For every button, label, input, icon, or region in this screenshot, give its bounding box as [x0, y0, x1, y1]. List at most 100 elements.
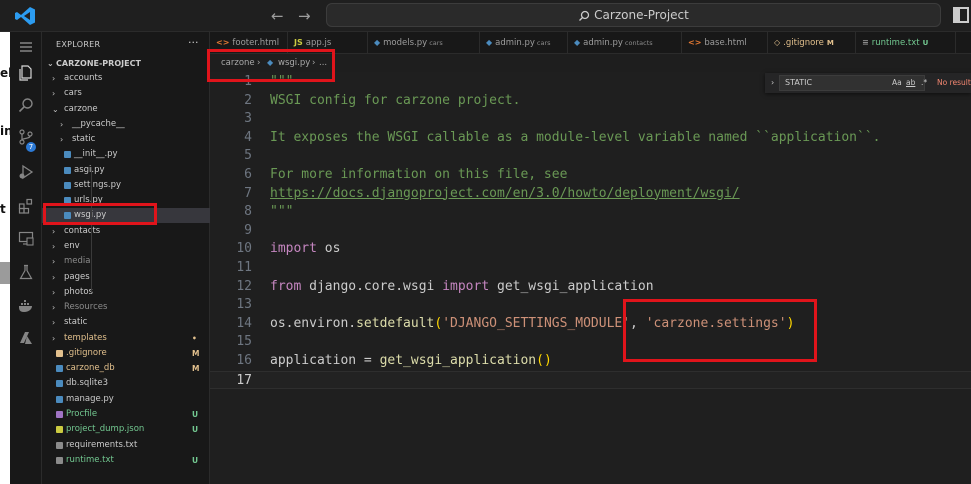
- tree-item-manage-py[interactable]: manage.py: [42, 392, 210, 407]
- breadcrumb-symbols[interactable]: ...: [319, 54, 327, 72]
- tree-item-static[interactable]: › static: [42, 132, 210, 147]
- tree-item-runtime-txt[interactable]: runtime.txt U: [42, 453, 210, 468]
- tree-item-pycache[interactable]: › __pycache__: [42, 117, 210, 132]
- tree-item-label: cars: [64, 88, 82, 98]
- tree-item-contacts[interactable]: › contacts: [42, 224, 210, 239]
- extensions-icon[interactable]: [18, 198, 34, 214]
- toggle-replace-icon[interactable]: ›: [771, 73, 774, 93]
- tree-item-label: carzone: [64, 104, 98, 114]
- files-icon[interactable]: [18, 65, 34, 81]
- tree-item-cars[interactable]: › cars: [42, 86, 210, 101]
- title-bar: ← → Carzone-Project: [0, 0, 971, 32]
- tree-item-env[interactable]: › env: [42, 239, 210, 254]
- code-token: setdefault: [356, 315, 435, 331]
- tree-item-wsgi-py[interactable]: wsgi.py: [42, 208, 210, 223]
- search-text: Carzone-Project: [594, 8, 689, 22]
- regex-icon[interactable]: .*: [921, 73, 927, 93]
- breadcrumb-file[interactable]: wsgi.py: [278, 54, 310, 72]
- tree-item-pages[interactable]: › pages: [42, 270, 210, 285]
- line-number: 12: [236, 278, 252, 294]
- code-line[interactable]: 2 WSGI config for carzone project.: [210, 92, 971, 111]
- menu-icon[interactable]: [18, 39, 34, 55]
- code-line[interactable]: 3: [210, 110, 971, 129]
- code-line[interactable]: 9: [210, 222, 971, 241]
- tab-admin-py[interactable]: ◆ admin.py cars: [480, 32, 568, 53]
- chevron-right-icon: ›: [52, 227, 56, 236]
- testing-icon[interactable]: [18, 264, 34, 280]
- code-text: """: [270, 73, 293, 92]
- tree-item-label: asgi.py: [74, 165, 105, 175]
- azure-icon[interactable]: [18, 330, 34, 346]
- code-editor[interactable]: 1 """ 2 WSGI config for carzone project. 3 4 I…: [210, 72, 971, 484]
- code-token: os: [316, 241, 341, 257]
- tab-footer-html[interactable]: <> footer.html: [210, 32, 288, 53]
- code-line[interactable]: 4 It exposes the WSGI callable as a modul…: [210, 129, 971, 148]
- tree-item-resources[interactable]: › Resources: [42, 300, 210, 315]
- tree-item-db-sqlite3[interactable]: db.sqlite3: [42, 376, 210, 391]
- code-line[interactable]: 16 application = get_wsgi_application(): [210, 352, 971, 371]
- tab-label: app.js: [305, 38, 332, 48]
- line-number: 2: [244, 92, 252, 108]
- file-icon: [64, 212, 71, 219]
- code-line[interactable]: 17: [210, 370, 971, 390]
- find-input[interactable]: STATIC: [779, 75, 925, 91]
- tree-item-gitignore[interactable]: .gitignore M: [42, 346, 210, 361]
- docker-icon[interactable]: [18, 298, 34, 314]
- arrow-right-icon[interactable]: →: [298, 7, 311, 25]
- chevron-right-icon: ›: [312, 58, 316, 68]
- code-line[interactable]: 11: [210, 259, 971, 278]
- code-token: (): [536, 353, 552, 368]
- tree-item-urls-py[interactable]: urls.py: [42, 193, 210, 208]
- tree-item-requirements-txt[interactable]: requirements.txt: [42, 438, 210, 453]
- code-line[interactable]: 13: [210, 296, 971, 315]
- tab-base-html[interactable]: <> base.html: [682, 32, 768, 53]
- tab-app-js[interactable]: JS app.js: [288, 32, 368, 53]
- tree-item-project-dump-json[interactable]: project_dump.json U: [42, 422, 210, 437]
- tree-item-init-py[interactable]: __init__.py: [42, 147, 210, 162]
- breadcrumb-folder[interactable]: carzone: [221, 54, 255, 72]
- code-text: WSGI config for carzone project.: [270, 92, 520, 111]
- arrow-left-icon[interactable]: ←: [271, 7, 284, 25]
- toggle-sidebar-icon[interactable]: [953, 7, 969, 23]
- file-icon: [56, 442, 63, 449]
- code-text: """: [270, 203, 293, 222]
- background-window-strip: el in t: [0, 32, 13, 484]
- remote-explorer-icon[interactable]: [18, 230, 34, 246]
- run-debug-icon[interactable]: [18, 164, 34, 180]
- tree-item-asgi-py[interactable]: asgi.py: [42, 163, 210, 178]
- code-line[interactable]: 5: [210, 147, 971, 166]
- tab-label: admin.py: [583, 38, 623, 48]
- tab-gitignore[interactable]: ◇ .gitignore M: [768, 32, 856, 53]
- tree-item-procfile[interactable]: Procfile U: [42, 407, 210, 422]
- more-actions-icon[interactable]: ···: [188, 36, 199, 49]
- code-line[interactable]: 15: [210, 333, 971, 352]
- tree-item-settings-py[interactable]: settings.py: [42, 178, 210, 193]
- code-line[interactable]: 8 """: [210, 203, 971, 222]
- search-icon[interactable]: [18, 97, 34, 113]
- tree-item-templates[interactable]: › templates •: [42, 331, 210, 346]
- tree-item-carzone[interactable]: ⌄ carzone: [42, 102, 210, 117]
- tree-item-label: runtime.txt: [66, 455, 114, 465]
- code-token: ): [786, 315, 795, 331]
- whole-word-icon[interactable]: ab: [906, 73, 915, 93]
- tree-item-label: __pycache__: [72, 119, 125, 129]
- line-number: 3: [244, 111, 252, 127]
- code-line[interactable]: 7 https://docs.djangoproject.com/en/3.0/h…: [210, 185, 971, 204]
- tree-item-static[interactable]: › static: [42, 315, 210, 330]
- code-line[interactable]: 12 from django.core.wsgi import get_wsgi_…: [210, 278, 971, 297]
- tab-runtime-txt[interactable]: ≡ runtime.txt U: [856, 32, 956, 53]
- tab-git-status: U: [922, 39, 929, 47]
- code-line[interactable]: 6 For more information on this file, see: [210, 166, 971, 185]
- tab-models-py[interactable]: ◆ models.py cars: [368, 32, 480, 53]
- command-center-search[interactable]: Carzone-Project: [326, 3, 941, 27]
- tree-root[interactable]: ⌄ CARZONE-PROJECT: [42, 56, 210, 71]
- tree-item-accounts[interactable]: › accounts: [42, 71, 210, 86]
- file-icon: [56, 457, 63, 464]
- code-line[interactable]: 10 import os: [210, 240, 971, 259]
- tree-item-media[interactable]: › media: [42, 254, 210, 269]
- match-case-icon[interactable]: Aa: [892, 73, 902, 93]
- tree-item-carzone-db[interactable]: carzone_db M: [42, 361, 210, 376]
- code-line[interactable]: 14 os.environ.setdefault('DJANGO_SETTINGS…: [210, 315, 971, 334]
- tab-admin-py[interactable]: ◆ admin.py contacts: [568, 32, 682, 53]
- tree-item-photos[interactable]: › photos: [42, 285, 210, 300]
